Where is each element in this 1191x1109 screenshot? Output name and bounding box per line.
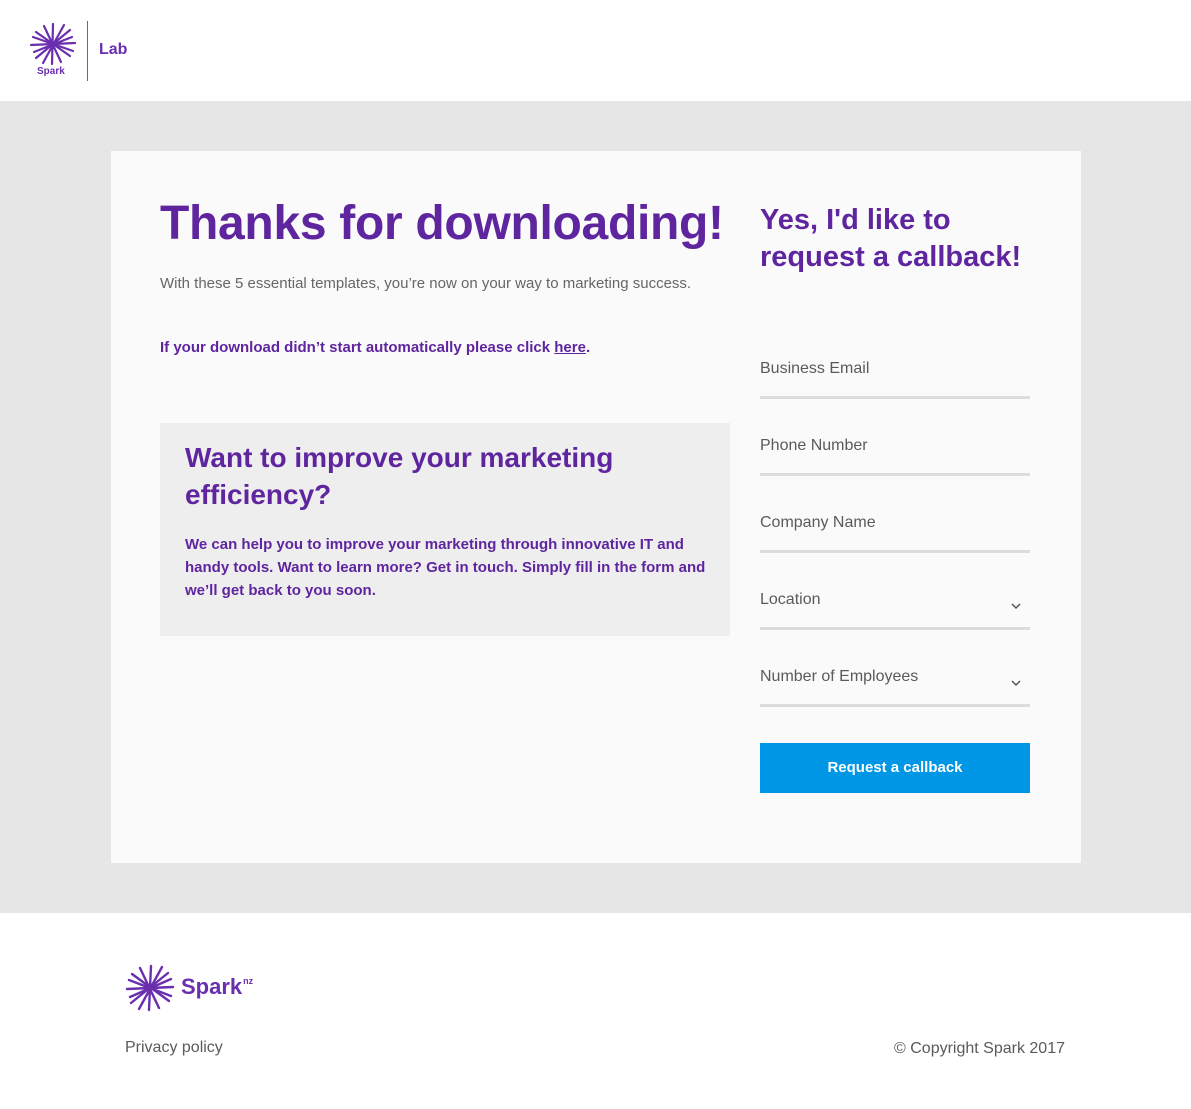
promo-box: Want to improve your marketing efficienc… [160,423,730,636]
page-title: Thanks for downloading! [160,197,724,250]
promo-title: Want to improve your marketing efficienc… [185,442,614,510]
location-select[interactable]: Location [760,585,1030,630]
company-name-input[interactable] [760,508,1030,550]
header-brand-text: Spark [37,66,65,77]
footer-brand: Sparknz [181,974,253,1000]
footer-brand-text: Spark [181,974,243,999]
download-here-link[interactable]: here [554,339,586,356]
download-note-suffix: . [585,339,591,356]
header-section-label[interactable]: Lab [99,41,127,59]
footer-brand-suffix: nz [243,976,254,986]
spark-logo-icon[interactable] [125,963,175,1013]
employees-select[interactable]: Number of Employees [760,662,1030,707]
chevron-down-icon [1010,676,1022,688]
company-name-field[interactable]: Company Name [760,508,1030,553]
download-note: If your download didn’t start automatica… [160,339,730,356]
site-footer: Sparknz Privacy policy © Copyright Spark… [0,913,1191,1109]
spark-logo-icon[interactable]: Spark [28,20,78,80]
employees-label: Number of Employees [760,668,919,685]
business-email-field[interactable]: Business Email [760,354,1030,399]
promo-body: We can help you to improve your marketin… [185,536,706,599]
download-note-prefix: If your download didn’t start automatica… [160,339,555,356]
header-divider [87,21,88,81]
phone-number-input[interactable] [760,431,1030,473]
intro-text: With these 5 essential templates, you’re… [160,275,692,292]
privacy-policy-link[interactable]: Privacy policy [125,1039,223,1057]
form-title: Yes, I'd like to request a callback! [760,204,1022,273]
chevron-down-icon [1010,599,1022,611]
location-label: Location [760,591,821,608]
copyright-text: © Copyright Spark 2017 [894,1040,1065,1057]
request-callback-button[interactable]: Request a callback [760,743,1030,793]
phone-number-field[interactable]: Phone Number [760,431,1030,476]
business-email-input[interactable] [760,354,1030,396]
site-header: Spark Lab [0,0,1191,101]
